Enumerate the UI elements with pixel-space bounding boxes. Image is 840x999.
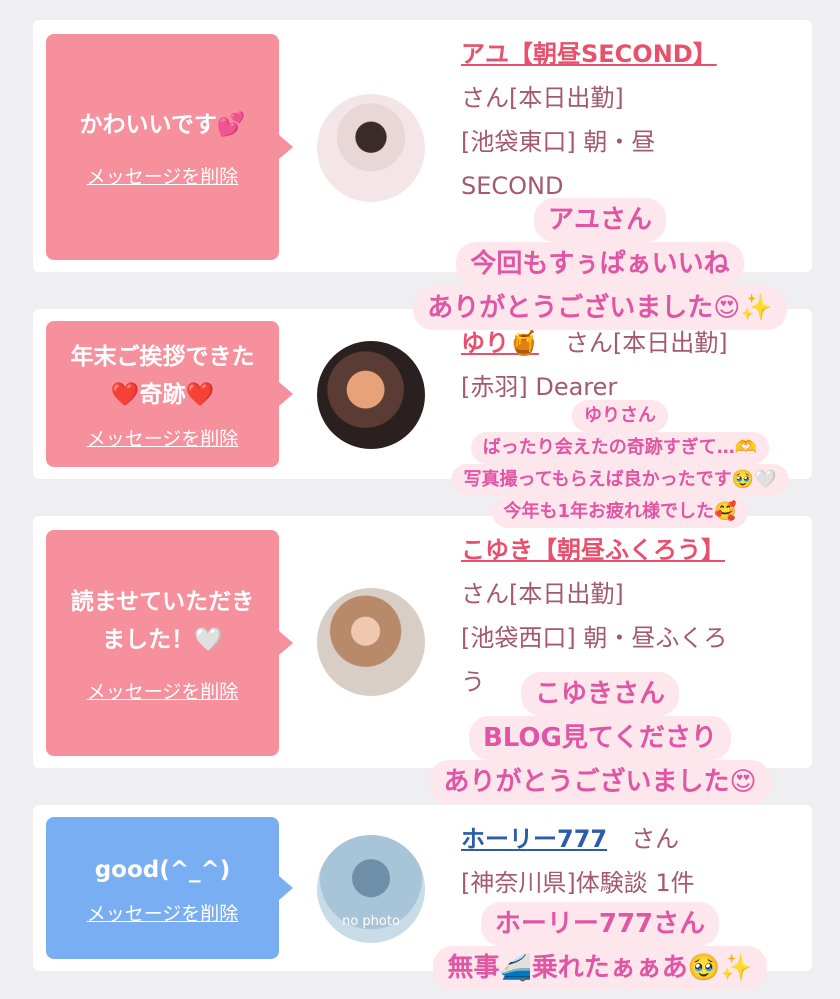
message-text: 読ませていただき ました！🤍 — [70, 588, 255, 653]
delete-message-link[interactable]: メッセージを削除 — [87, 162, 239, 189]
reviewer-info: [神奈川県]体験談 1件 — [461, 869, 695, 897]
reviewer-name-link[interactable]: ホーリー777 — [461, 817, 607, 861]
reviewer-suffix: さん — [631, 825, 680, 853]
message-bubble: かわいいです💕 メッセージを削除 — [46, 34, 293, 260]
overlay-line: アユさん — [533, 198, 666, 242]
overlay-line: 写真撮ってもらえば良かったです🥹🤍 — [451, 464, 789, 496]
delete-message-link[interactable]: メッセージを削除 — [87, 899, 239, 926]
cast-shop: [池袋東口] 朝・昼 — [461, 128, 656, 156]
avatar[interactable] — [317, 341, 425, 449]
overlay-caption: ゆりさん ばったり会えたの奇跡すぎて…🫶 写真撮ってもらえば良かったです🥹🤍 今… — [430, 400, 810, 528]
cast-status: さん[本日出勤] — [461, 580, 624, 608]
message-bubble: 年末ご挨拶できた ❤️奇跡❤️ メッセージを削除 — [46, 321, 293, 467]
overlay-caption: ホーリー777さん 無事🚄乗れたぁぁあ🥹✨ — [390, 902, 810, 990]
delete-message-link[interactable]: メッセージを削除 — [87, 677, 239, 704]
overlay-line: ありがとうございました😍✨ — [413, 286, 787, 330]
overlay-line: BLOG見てくださり — [468, 716, 732, 760]
overlay-line: 今回もすぅぱぁいいね — [456, 242, 744, 286]
cast-shop: [池袋西口] 朝・昼ふくろ — [461, 624, 728, 652]
cast-name-link[interactable]: こゆき【朝昼ふくろう】 — [461, 528, 792, 572]
overlay-line: こゆきさん — [520, 672, 679, 716]
cast-info: ゆり🍯 さん[本日出勤] [赤羽] Dearer — [461, 321, 792, 409]
overlay-line: 今年も1年お疲れ様でした🥰 — [491, 496, 749, 528]
cast-info: アユ【朝昼SECOND】 さん[本日出勤] [池袋東口] 朝・昼 SECOND — [461, 32, 792, 208]
cast-name-link[interactable]: アユ【朝昼SECOND】 — [461, 32, 792, 76]
overlay-line: ホーリー777さん — [480, 902, 720, 946]
cast-info: ホーリー777 さん [神奈川県]体験談 1件 — [461, 817, 792, 905]
overlay-caption: こゆきさん BLOG見てくださり ありがとうございました😍 — [390, 672, 810, 804]
overlay-caption: アユさん 今回もすぅぱぁいいね ありがとうございました😍✨ — [385, 198, 815, 330]
delete-message-link[interactable]: メッセージを削除 — [87, 424, 239, 451]
cast-status: さん[本日出勤] — [461, 84, 624, 112]
overlay-line: ゆりさん — [572, 400, 668, 432]
message-bubble: 読ませていただき ました！🤍 メッセージを削除 — [46, 530, 293, 756]
overlay-line: ありがとうございました😍 — [429, 760, 771, 804]
message-text: good(^_^) — [94, 856, 231, 883]
overlay-line: ばったり会えたの奇跡すぎて…🫶 — [470, 432, 770, 464]
avatar[interactable] — [317, 94, 425, 202]
message-text: 年末ご挨拶できた ❤️奇跡❤️ — [70, 343, 255, 408]
message-bubble: good(^_^) メッセージを削除 — [46, 817, 293, 959]
message-text: かわいいです💕 — [79, 111, 246, 138]
overlay-line: 無事🚄乗れたぁぁあ🥹✨ — [433, 946, 767, 990]
